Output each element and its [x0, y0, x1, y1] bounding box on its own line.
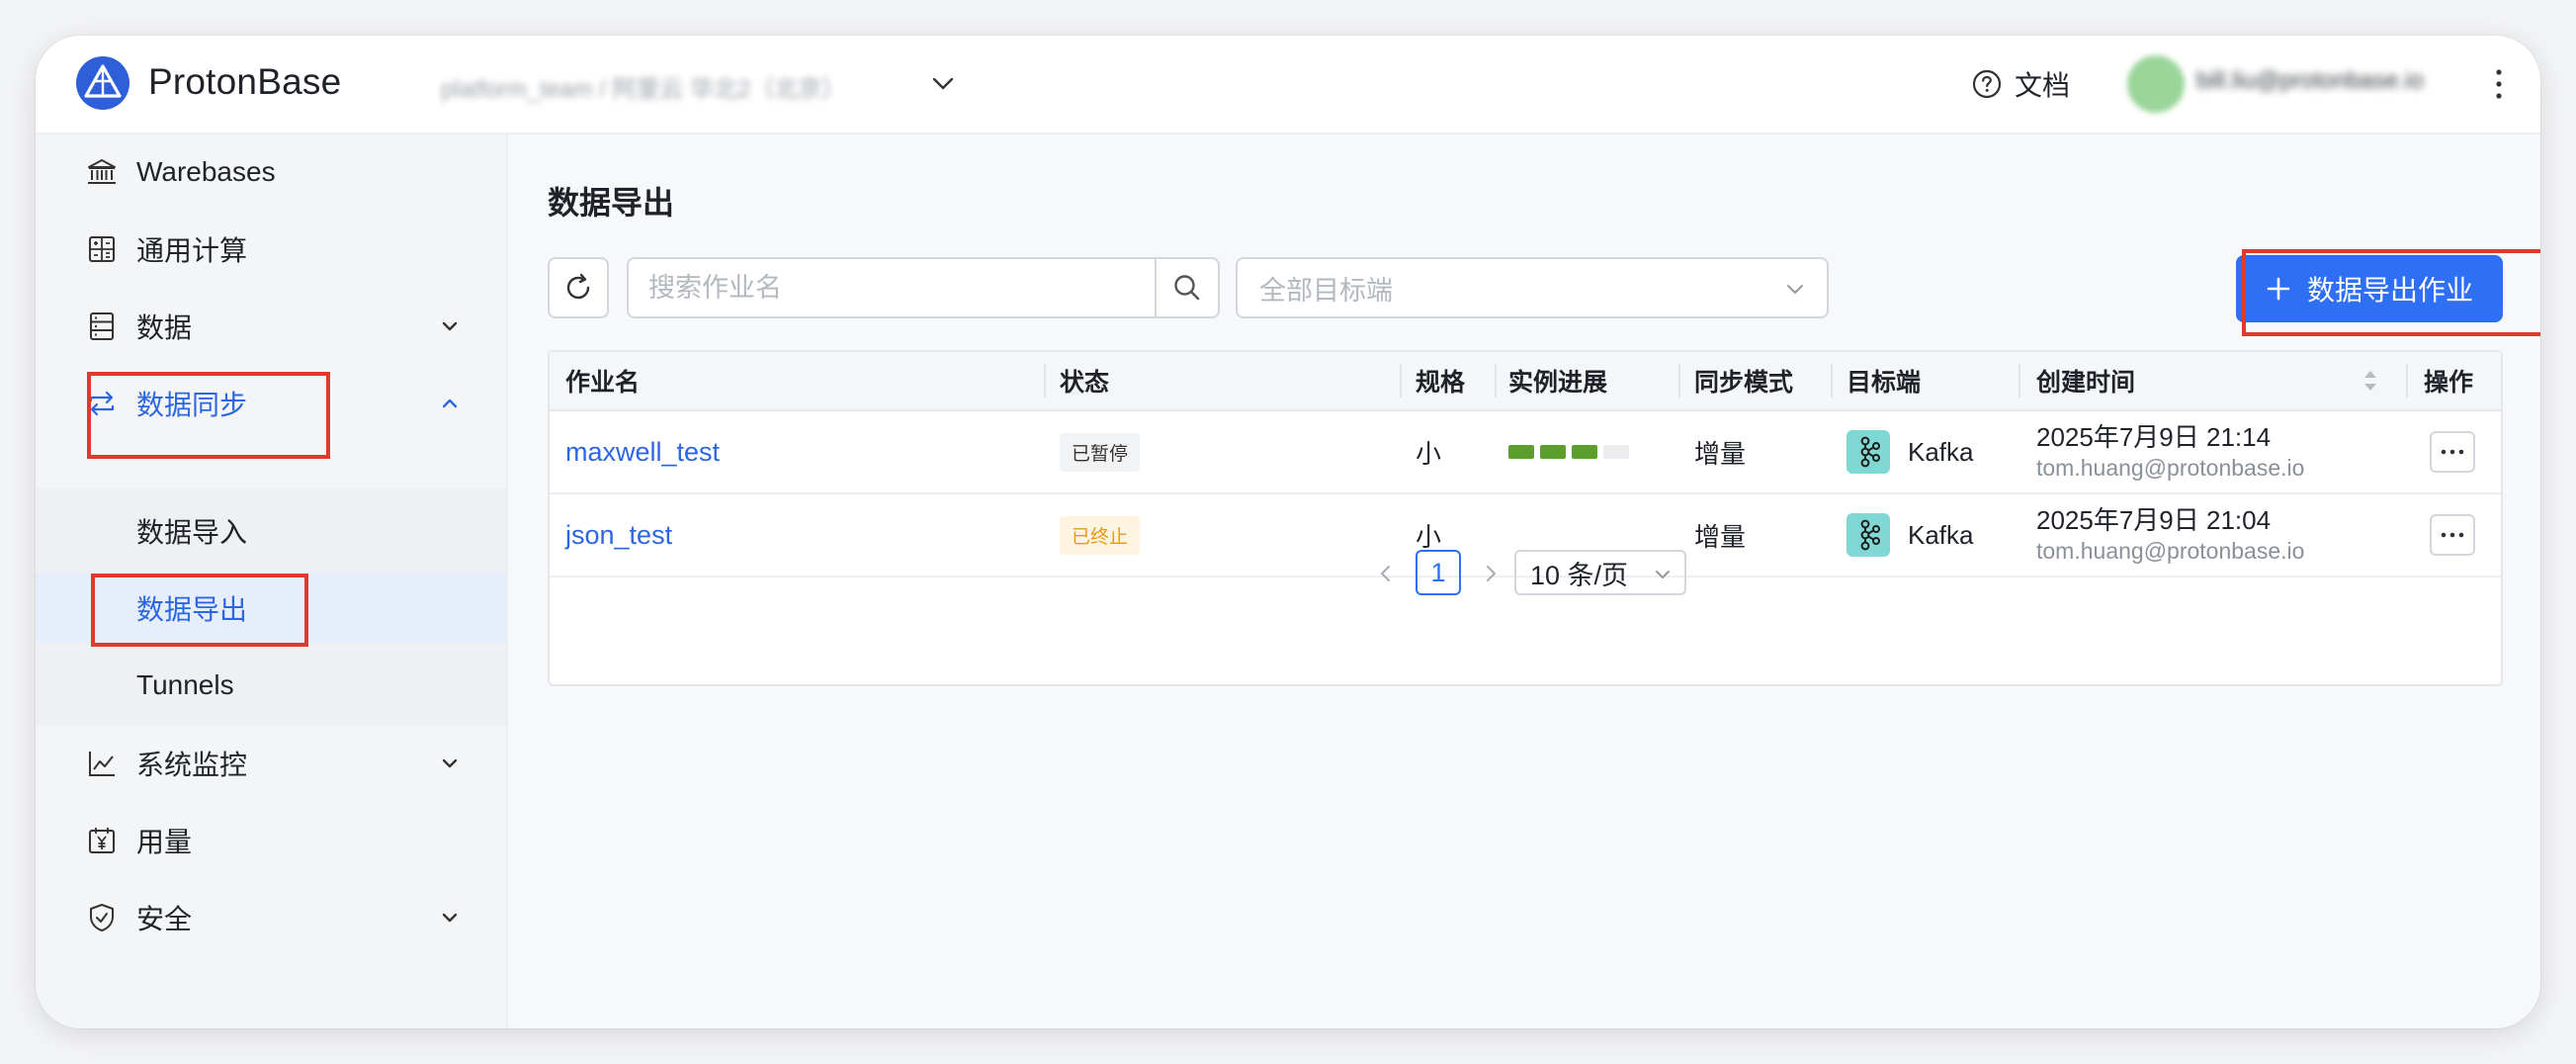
row-more-button[interactable] [2430, 431, 2475, 473]
sidebar-item-label: 系统监控 [136, 750, 248, 780]
target-filter-select[interactable]: 全部目标端 [1236, 257, 1829, 318]
brand-name: ProtonBase [148, 61, 342, 102]
search-box [627, 257, 1220, 318]
highlight-box-create-button [2242, 249, 2540, 336]
chart-line-icon [89, 752, 115, 776]
sidebar-item-label: 安全 [136, 904, 193, 934]
sidebar-item-label: 通用计算 [136, 235, 248, 266]
chevron-left-icon[interactable] [1372, 560, 1400, 587]
refresh-icon [566, 273, 590, 300]
yen-calendar-icon [89, 828, 115, 853]
protonbase-logo-icon[interactable] [75, 55, 130, 111]
column-header-target: 目标端 [1846, 369, 1922, 397]
database-icon [90, 312, 114, 340]
chevron-down-icon [442, 913, 458, 923]
highlight-box-data-sync [87, 372, 330, 459]
subnav-item-data-import[interactable]: 数据导入 [36, 496, 506, 566]
status-badge: 已暂停 [1060, 432, 1141, 472]
chevron-down-icon[interactable] [925, 65, 961, 101]
creator-email: tom.huang@protonbase.io [2036, 455, 2305, 481]
sidebar: Warebases 通用计算 数据 数据同步 数据导入 数据导出 Tunnels… [36, 134, 508, 1028]
workspace-selector[interactable]: platform_team / 阿里云 华北2（北京） [441, 69, 915, 103]
sidebar-item-security[interactable]: 安全 [36, 886, 506, 949]
search-button[interactable] [1155, 259, 1218, 316]
sidebar-item-label: 用量 [136, 827, 193, 857]
calculator-icon [89, 236, 115, 262]
column-header-progress: 实例进展 [1508, 369, 1608, 397]
user-avatar[interactable] [2127, 55, 2185, 113]
instance-progress-bar [1508, 445, 1629, 459]
chevron-down-icon [442, 758, 458, 768]
column-header-name: 作业名 [565, 369, 641, 397]
subnav-item-label: 数据导入 [136, 517, 248, 548]
user-email[interactable]: bill.liu@protonbase.io [2196, 67, 2465, 101]
sidebar-item-warebases[interactable]: Warebases [36, 140, 506, 204]
sync-mode-cell: 增量 [1694, 438, 1747, 469]
target-name: Kafka [1908, 436, 1974, 467]
subnav-item-tunnels[interactable]: Tunnels [36, 651, 506, 720]
shield-icon [90, 904, 114, 931]
refresh-button[interactable] [548, 257, 609, 318]
spec-cell: 小 [1416, 438, 1442, 469]
created-time: 2025年7月9日 21:04 [2036, 505, 2272, 535]
table-row: maxwell_test 已暂停 小 增量 Kafka 2025年7月9日 21… [550, 411, 2501, 494]
docs-link[interactable]: 文档 [1971, 63, 2070, 105]
sort-icon[interactable] [2361, 366, 2380, 396]
kafka-icon [1846, 430, 1890, 474]
highlight-box-data-export [91, 574, 308, 647]
sidebar-item-monitoring[interactable]: 系统监控 [36, 732, 506, 795]
job-name-link[interactable]: maxwell_test [565, 437, 720, 468]
sidebar-item-data[interactable]: 数据 [36, 295, 506, 358]
page-size-select[interactable]: 10 条/页 [1514, 550, 1686, 595]
column-header-created[interactable]: 创建时间 [2036, 352, 2135, 409]
docs-label: 文档 [2015, 70, 2071, 101]
bank-icon [88, 159, 116, 184]
created-time: 2025年7月9日 21:14 [2036, 422, 2272, 452]
sidebar-item-label: Warebases [136, 156, 276, 187]
column-header-spec: 规格 [1416, 369, 1466, 397]
app-window: ProtonBase platform_team / 阿里云 华北2（北京） 文… [36, 36, 2540, 1028]
page-title: 数据导出 [548, 185, 675, 221]
more-horizontal-icon [2441, 532, 2464, 538]
page-number-current[interactable]: 1 [1416, 550, 1461, 595]
page-size-label: 10 条/页 [1530, 560, 1629, 590]
column-header-status: 状态 [1060, 369, 1110, 397]
main-content: 数据导出 全部目标端 [508, 134, 2540, 1028]
sidebar-item-usage[interactable]: 用量 [36, 809, 506, 872]
chevron-down-icon [442, 321, 458, 331]
subnav-item-label: Tunnels [136, 669, 234, 700]
column-header-actions: 操作 [2424, 369, 2474, 397]
search-input[interactable] [629, 259, 1159, 316]
table-header: 作业名 状态 规格 实例进展 同步模式 目标端 创建时间 操作 [550, 352, 2501, 411]
top-header: ProtonBase platform_team / 阿里云 华北2（北京） 文… [36, 36, 2540, 134]
chevron-up-icon [442, 399, 458, 408]
target-filter-placeholder: 全部目标端 [1259, 275, 1393, 306]
chevron-down-icon [1656, 571, 1670, 578]
column-header-sync-mode: 同步模式 [1694, 369, 1794, 397]
more-horizontal-icon [2441, 449, 2464, 455]
sidebar-item-label: 数据 [136, 312, 193, 343]
chevron-right-icon[interactable] [1477, 560, 1504, 587]
pagination: 1 10 条/页 [550, 546, 2501, 601]
more-vertical-icon[interactable] [2479, 61, 2519, 107]
search-icon [1174, 275, 1200, 301]
help-circle-icon [1972, 69, 2002, 99]
chevron-down-icon [1787, 285, 1803, 294]
sidebar-item-compute[interactable]: 通用计算 [36, 218, 506, 281]
export-jobs-table: 作业名 状态 规格 实例进展 同步模式 目标端 创建时间 操作 maxwell_… [548, 350, 2503, 686]
